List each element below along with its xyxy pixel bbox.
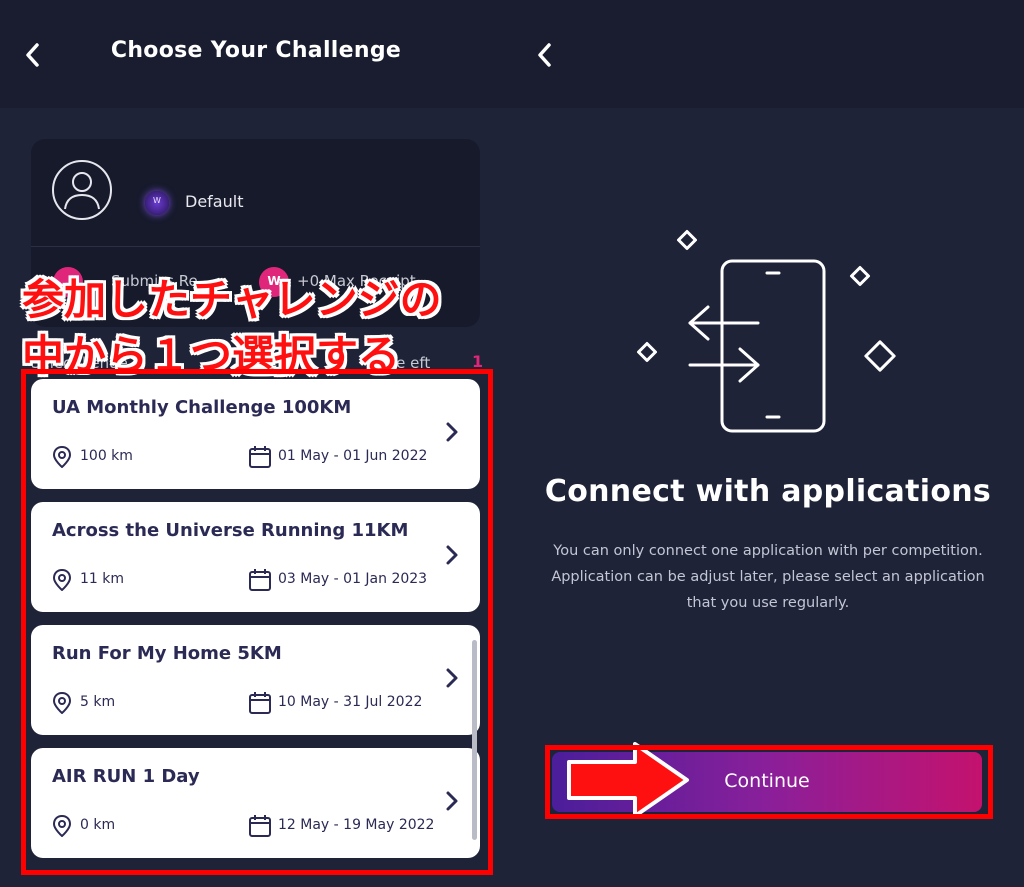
back-arrow-icon[interactable] bbox=[530, 40, 560, 70]
description-line: Application can be adjust later, please … bbox=[551, 569, 985, 585]
top-bar bbox=[512, 0, 1024, 108]
description-line: You can only connect one application wit… bbox=[553, 543, 983, 559]
avatar-icon bbox=[52, 160, 112, 220]
challenge-list-screen: Choose Your Challenge W Default Submiss … bbox=[0, 0, 512, 887]
page-title: Choose Your Challenge bbox=[110, 38, 402, 63]
highlight-box bbox=[545, 745, 993, 819]
level-badge-icon: W bbox=[145, 191, 169, 215]
highlight-box bbox=[21, 369, 493, 875]
description-line: that you use regularly. bbox=[686, 595, 850, 611]
annotation-text: 参加したチャレンジの 中から１つ選択する bbox=[21, 274, 443, 381]
connect-title: Connect with applications bbox=[544, 474, 992, 509]
top-bar: Choose Your Challenge bbox=[0, 0, 512, 108]
level-label: Default bbox=[185, 192, 244, 211]
divider bbox=[31, 246, 480, 247]
connect-device-icon bbox=[637, 230, 896, 433]
